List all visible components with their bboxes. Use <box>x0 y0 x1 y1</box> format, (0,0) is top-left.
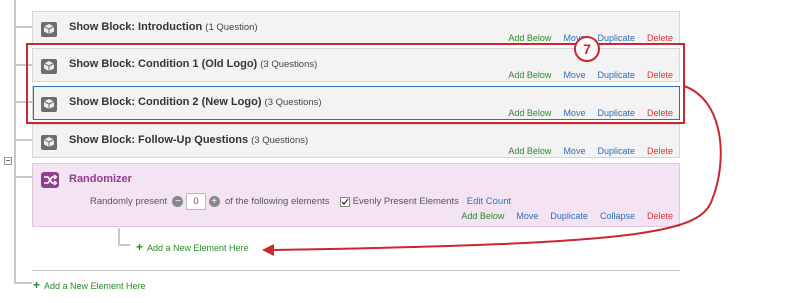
flow-connector <box>14 26 32 28</box>
flow-connector <box>14 282 32 284</box>
block-title: Show Block: Follow-Up Questions (3 Quest… <box>69 134 309 146</box>
add-below-link[interactable]: Add Below <box>508 146 551 156</box>
cube-icon <box>41 135 57 150</box>
flow-block[interactable]: Show Block: Follow-Up Questions (3 Quest… <box>32 124 680 158</box>
duplicate-link[interactable]: Duplicate <box>597 146 635 156</box>
evenly-present-label: Evenly Present Elements <box>352 196 459 208</box>
present-suffix: of the following elements <box>224 196 330 208</box>
minus-icon[interactable]: − <box>172 196 184 207</box>
block-title: Show Block: Introduction (1 Question) <box>69 21 258 33</box>
present-count-input[interactable]: 0 <box>186 193 207 210</box>
randomizer-child-connector <box>118 244 130 246</box>
add-below-link[interactable]: Add Below <box>508 33 551 43</box>
randomizer-settings: Randomly present − 0 + of the following … <box>90 193 511 210</box>
selected-block-outline <box>33 86 680 120</box>
randomizer-title: Randomizer <box>69 173 132 185</box>
flow-divider <box>32 270 680 271</box>
edit-count-link[interactable]: Edit Count <box>467 196 511 207</box>
plus-icon[interactable]: + <box>208 196 220 207</box>
question-count: (1 Question) <box>205 22 258 33</box>
flow-connector <box>14 176 32 178</box>
delete-link[interactable]: Delete <box>647 33 673 43</box>
move-link[interactable]: Move <box>563 146 585 156</box>
step-badge: 7 <box>574 36 600 62</box>
randomizer-element[interactable]: Randomizer Randomly present − 0 + of the… <box>32 163 680 227</box>
delete-link[interactable]: Delete <box>647 211 673 221</box>
flow-connector <box>14 139 32 141</box>
add-below-link[interactable]: Add Below <box>461 211 504 221</box>
evenly-present-checkbox[interactable] <box>340 196 351 207</box>
cube-icon <box>41 22 57 37</box>
shuffle-icon <box>41 172 59 188</box>
duplicate-link[interactable]: Duplicate <box>597 33 635 43</box>
add-element-outer-link[interactable]: + Add a New Element Here <box>33 278 146 292</box>
plus-icon: + <box>136 240 144 254</box>
add-element-inner-link[interactable]: + Add a New Element Here <box>136 240 249 254</box>
block-actions: Add Below Move Duplicate Delete <box>496 146 673 156</box>
collapse-toggle[interactable] <box>4 157 12 165</box>
delete-link[interactable]: Delete <box>647 146 673 156</box>
plus-icon: + <box>33 278 41 292</box>
randomizer-actions: Add Below Move Duplicate Collapse Delete <box>449 211 673 221</box>
collapse-link[interactable]: Collapse <box>600 211 635 221</box>
present-prefix: Randomly present <box>90 196 168 208</box>
flow-line-main <box>14 0 16 282</box>
question-count: (3 Questions) <box>251 135 309 146</box>
move-link[interactable]: Move <box>516 211 538 221</box>
duplicate-link[interactable]: Duplicate <box>550 211 588 221</box>
